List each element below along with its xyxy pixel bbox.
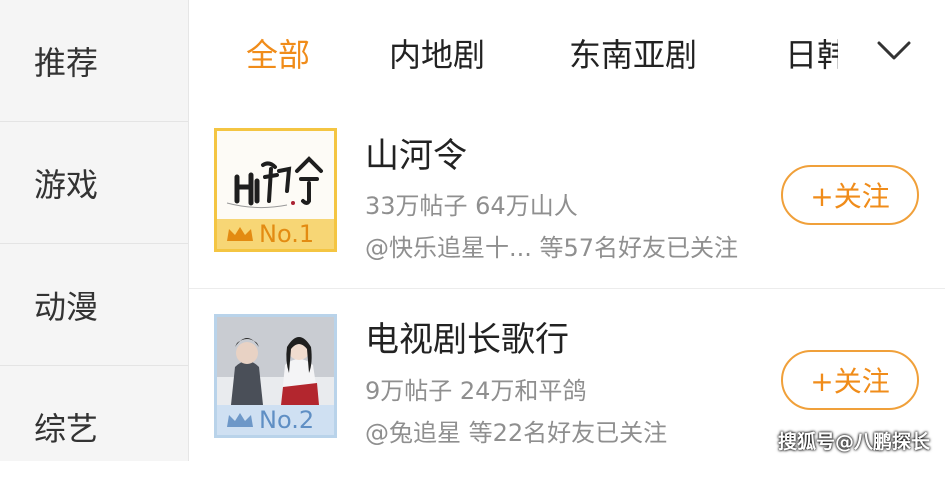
drama-title[interactable]: 电视剧长歌行 <box>365 312 569 361</box>
sidebar-item-label: 动漫 <box>33 287 98 326</box>
rank-badge: No.1 <box>217 219 334 249</box>
drama-poster[interactable]: No.1 <box>214 128 337 252</box>
drama-stats: 33万帖子 64万山人 <box>365 192 578 220</box>
watermark: 搜狐号@八鹏探长 <box>778 431 931 453</box>
drama-poster[interactable]: No.2 <box>214 314 337 438</box>
rank-label: No.2 <box>259 406 315 434</box>
tab-bar: 全部 内地剧 东南亚剧 日韩 <box>189 0 945 106</box>
sidebar-item-label: 综艺 <box>33 410 98 448</box>
category-sidebar: 推荐 游戏 动漫 综艺 <box>0 0 189 461</box>
poster-image-shanheling <box>217 131 334 219</box>
follow-button[interactable]: +关注 <box>781 350 919 410</box>
sidebar-item-anime[interactable]: 动漫 <box>0 244 188 366</box>
rank-label: No.1 <box>259 220 315 248</box>
tab-mainland-drama[interactable]: 内地剧 <box>389 30 485 76</box>
friends-followed: @兔追星 等22名好友已关注 <box>365 419 668 447</box>
drama-stats: 9万帖子 24万和平鸽 <box>365 377 587 405</box>
chevron-down-icon[interactable] <box>876 38 912 64</box>
crown-icon <box>227 413 253 427</box>
friends-followed: @快乐追星十... 等57名好友已关注 <box>365 234 739 262</box>
sidebar-item-label: 推荐 <box>33 43 98 82</box>
sidebar-item-label: 游戏 <box>33 165 98 204</box>
sidebar-item-variety[interactable]: 综艺 <box>0 366 188 488</box>
drama-title[interactable]: 山河令 <box>365 128 467 177</box>
tab-southeast-asia-drama[interactable]: 东南亚剧 <box>569 30 697 76</box>
crown-icon <box>227 227 253 241</box>
rank-badge: No.2 <box>217 405 334 435</box>
follow-button[interactable]: +关注 <box>781 165 919 225</box>
sidebar-item-recommend[interactable]: 推荐 <box>0 0 188 122</box>
poster-image-changgexing <box>217 317 334 405</box>
tab-all[interactable]: 全部 <box>246 30 310 76</box>
sidebar-item-games[interactable]: 游戏 <box>0 122 188 244</box>
